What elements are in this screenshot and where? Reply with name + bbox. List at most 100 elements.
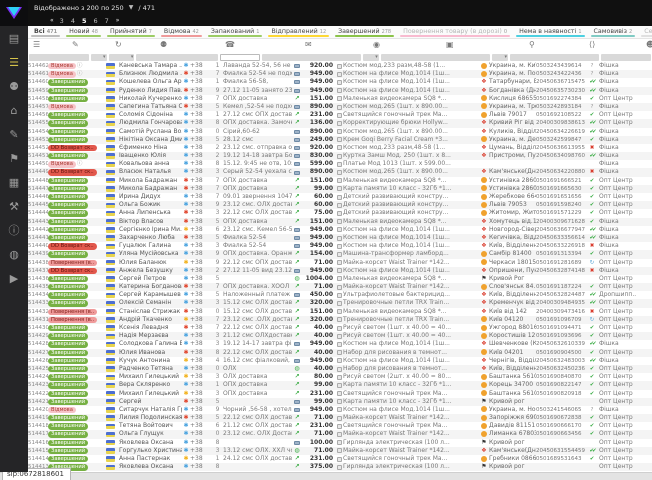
table-row[interactable]: 514444ЗавершенийАнна Липенська✱+38322.12…	[28, 209, 652, 217]
tab-Новий[interactable]: Новий48	[63, 26, 104, 38]
sidebar-purchases-icon[interactable]: ✎	[0, 122, 28, 146]
table-row[interactable]: 514417ЗавершенийОльга Глущук✱+38023.12 с…	[28, 430, 652, 438]
sidebar-orders-icon[interactable]: ☰	[0, 50, 28, 74]
last-page-button[interactable]: »	[116, 17, 119, 24]
sidebar-stats-icon[interactable]: ▦	[0, 170, 28, 194]
sidebar-clients-icon[interactable]: ⚉	[0, 74, 28, 98]
tab-Завершений[interactable]: Завершений278	[332, 26, 397, 38]
table-row[interactable]: 514458ЗавершенийНиколай Кучеренко✱+387ОП…	[28, 95, 652, 103]
price-column-icon[interactable]: ◉	[373, 40, 380, 49]
table-row[interactable]: 514445ЗавершенийОльга Божик✱+38923.12 см…	[28, 201, 652, 209]
table-row[interactable]: 514451ЗавершенийІващенко Юлія✱+38219.12 …	[28, 152, 652, 160]
filter-input[interactable]: ▾	[492, 54, 508, 61]
table-row[interactable]: 514434ЗавершенийСергей Карамышев✱+385Нал…	[28, 291, 652, 299]
table-row[interactable]: 514440DD Возврат ск..Гуцалюк Галина✱+383…	[28, 242, 652, 250]
table-row[interactable]: 514426ЗавершенийКучук Антонина✱+38416.12…	[28, 357, 652, 365]
table-row[interactable]: 514452DD Возврат ск..Єфименко Ніна✱+3822…	[28, 144, 652, 152]
table-row[interactable]: 514431Повернення (в..Андрій Ткаченко✱+38…	[28, 316, 652, 324]
phone-column-icon[interactable]: ☎	[225, 40, 235, 49]
table-row[interactable]: 514415ЗавершенийГоргулько Христина..✱+38…	[28, 447, 652, 455]
client-column-icon[interactable]: ⚉	[160, 40, 167, 49]
table-row[interactable]: 514460ЗавершенийКошелева Ольга Ар..✱+381…	[28, 78, 652, 86]
filter-input[interactable]	[510, 54, 599, 61]
table-row[interactable]: 514456ЗавершенийСоломія Сідоніна✱+38127.…	[28, 111, 652, 119]
table-row[interactable]: 514433ЗавершенийОлексій Семанін✱+38315.1…	[28, 299, 652, 307]
table-row[interactable]: 514427ЗавершенийЮлия Иванова✱+38822.12 с…	[28, 349, 652, 357]
table-row[interactable]: 514418ЗавершенийТетяна Войтович✱+38621.1…	[28, 422, 652, 430]
table-row[interactable]: 514459ЗавершенийРуденко Лидия Пав..✱+389…	[28, 87, 652, 95]
filter-input[interactable]	[136, 54, 217, 61]
manager-column-icon[interactable]: ☻	[646, 40, 652, 49]
refresh-column-icon[interactable]: ↻	[115, 40, 122, 49]
table-row[interactable]: 514416ЗавершенийЯковлева Оксана✱+388100.…	[28, 439, 652, 447]
table-row[interactable]: 514423ЗавершенийВера Скляренко✱+381ОПХ д…	[28, 381, 652, 389]
tab-Повернення товару (в дорозі)[interactable]: Повернення товару (в дорозі)0	[397, 26, 513, 38]
table-row[interactable]: 514453ЗавершенийНікітіна Оксана Дми..✱+3…	[28, 136, 652, 144]
tracking-column-icon[interactable]: ⟨⟩	[589, 40, 595, 49]
filter-input[interactable]	[601, 54, 651, 61]
table-row[interactable]: 514437DD Возврат ск..Анжела Безушку✱+382…	[28, 267, 652, 275]
tab-Запакований[interactable]: Запакований1	[205, 26, 266, 38]
table-row[interactable]: 514450ВідмоваⓘКовальова анна✱+38815.12. …	[28, 160, 652, 168]
filter-input[interactable]: ▾	[109, 54, 135, 61]
page-button[interactable]: 5	[82, 17, 87, 25]
comment-column-icon[interactable]: ✉	[305, 40, 312, 49]
filter-funnel-icon[interactable]: ▼	[129, 4, 134, 11]
status-column-icon[interactable]: ✎	[72, 40, 79, 49]
tab-Самовивіз[interactable]: Самовивіз2	[588, 26, 639, 38]
filter-input[interactable]	[29, 54, 89, 61]
order-id-column-icon[interactable]: ☰	[33, 40, 40, 49]
page-button[interactable]: 6	[93, 17, 97, 25]
table-row[interactable]: 514443ЗавершенийВіктор Власов✱+385ОПХ до…	[28, 218, 652, 226]
app-logo[interactable]	[0, 0, 28, 26]
sidebar-globe-icon[interactable]: ◍	[0, 242, 28, 266]
table-row[interactable]: 514439ЗавершенийУляна Мусійовська✱+389ОП…	[28, 250, 652, 258]
table-row[interactable]: 514441ЗавершенийЗахарченко Люба✱+385Фиал…	[28, 234, 652, 242]
table-row[interactable]: 514428ЗавершенийСолодкова Галина В..✱+38…	[28, 340, 652, 348]
filter-input[interactable]	[381, 54, 490, 61]
table-row[interactable]: 514425ЗавершенийРадченко Тетяна✱+380ОЛХ◍…	[28, 365, 652, 373]
table-row[interactable]: 514442ЗавершенийСергієнко Ірина Ми..✱+38…	[28, 226, 652, 234]
sidebar-monitor-icon[interactable]: ▤	[0, 26, 28, 50]
table-row[interactable]: 514432Повернення (в..Станіслав Стрижак✱+…	[28, 308, 652, 316]
table-row[interactable]: 514419ЗавершенийЛилия Подолинская✱+38522…	[28, 414, 652, 422]
tab-Прийнятий[interactable]: Прийнятий7	[104, 26, 158, 38]
filter-input[interactable]	[262, 54, 361, 61]
sidebar-info-icon[interactable]: ⓘ	[0, 218, 28, 242]
sidebar-video-icon[interactable]: ▶	[0, 266, 28, 290]
first-page-button[interactable]: «	[50, 17, 53, 24]
table-row[interactable]: 514457ВідмоваСапегина Татьяна С..✱+385Ке…	[28, 103, 652, 111]
tab-Всі[interactable]: Всі471	[28, 26, 63, 38]
table-row[interactable]: 514447ЗавершенийМикола Бадражан✱+387ОПХ …	[28, 185, 652, 193]
table-row[interactable]: 514420ВідмоваСитарчук Наталія Гр..✱+389Ч…	[28, 406, 652, 414]
table-row[interactable]: 514436ЗавершенийСергей Петров✱+385◍1004.…	[28, 275, 652, 283]
table-row[interactable]: 514413ЗавершенийЯковлева Оксана✱+388↗375…	[28, 463, 652, 471]
table-row[interactable]: 514454ЗавершенийСамотій Руслана Во..✱+38…	[28, 128, 652, 136]
table-row[interactable]: 514446ЗавершенийИрина Дидух✱+38709.01 зв…	[28, 193, 652, 201]
sidebar-settings-icon[interactable]: ⚒	[0, 194, 28, 218]
product-column-icon[interactable]: ▣	[446, 40, 454, 49]
table-row[interactable]: 514461ВідмоваⓘБлизнюк Людмила ..✱+387Фиа…	[28, 70, 652, 78]
filter-input[interactable]: ▾	[363, 54, 379, 61]
table-row[interactable]: 514435ЗавершенийКатерина Богданова✱+387О…	[28, 283, 652, 291]
filter-input[interactable]: ▾	[91, 54, 107, 61]
sidebar-company-icon[interactable]: ⌂	[0, 98, 28, 122]
table-row[interactable]: 514414ЗавершенийАнна Пастернак✱+38124.12…	[28, 455, 652, 463]
address-column-icon[interactable]: ⚲	[529, 40, 535, 49]
filter-input[interactable]	[220, 54, 260, 61]
table-row[interactable]: 514424ЗавершенийМихаил Гилецький✱+383ОЛХ…	[28, 373, 652, 381]
tab-Сервіси[interactable]: Сервіси0	[638, 26, 652, 38]
tab-Нема в наявності[interactable]: Нема в наявності1	[513, 26, 587, 38]
table-row[interactable]: 514438Повернення (в..Юлия Баланюк✱+38922…	[28, 259, 652, 267]
page-button[interactable]: 3	[60, 17, 64, 25]
table-row[interactable]: 514449DD Возврат ск..Власюк Наталья✱+383…	[28, 168, 652, 176]
tab-Відправлений[interactable]: Відправлений12	[265, 26, 332, 38]
table-row[interactable]: 514430ЗавершенийКсенія Левадня✱+38722.12…	[28, 324, 652, 332]
page-button[interactable]: 7	[105, 17, 109, 25]
sidebar-campaign-icon[interactable]: ⚑	[0, 146, 28, 170]
table-row[interactable]: 514421ЗавершенийСергей✱+38599.00Карта па…	[28, 398, 652, 406]
table-row[interactable]: 514462ВідмоваⓘКаневська Тамара ..✱+381Ла…	[28, 62, 652, 70]
table-row[interactable]: 514448ЗавершенийМикола Бадражан✱+387ОПХ …	[28, 177, 652, 185]
table-row[interactable]: 514455ЗавершенийЛюдмила Гончарова✱+388ОП…	[28, 119, 652, 127]
table-row[interactable]: 514429ЗавершенийНадія Мерзаєва✱+38321.12…	[28, 332, 652, 340]
